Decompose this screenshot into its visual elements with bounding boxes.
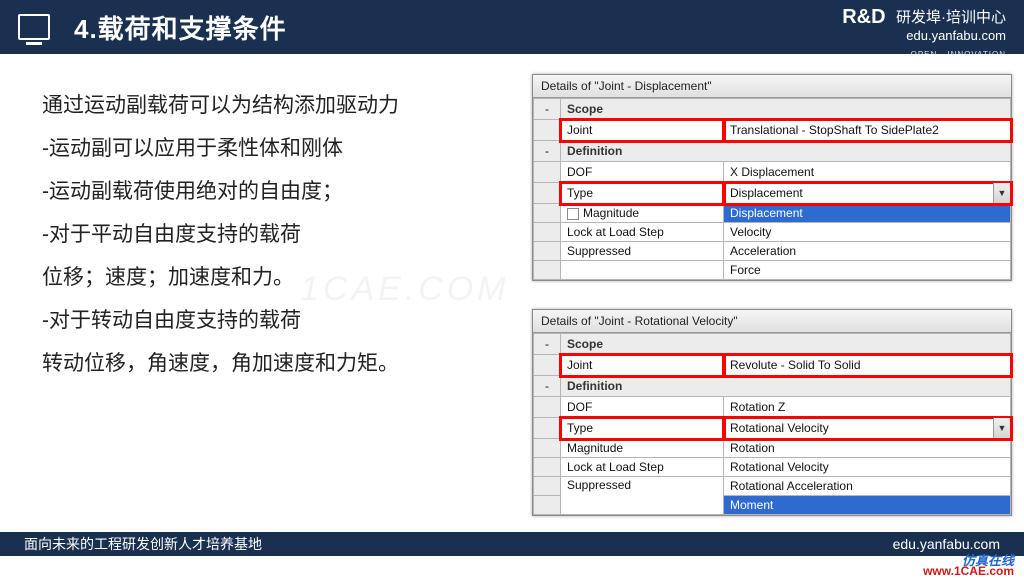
details-panel-rotational: Details of "Joint - Rotational Velocity"… xyxy=(532,309,1012,516)
dropdown-option[interactable]: Acceleration xyxy=(724,242,1011,261)
slide-title: 4.载荷和支撑条件 xyxy=(74,9,287,46)
dropdown-option[interactable]: Rotation xyxy=(724,439,1011,458)
brand-tiny: OPEN · INNOVATION xyxy=(911,50,1006,59)
type-label: Type xyxy=(561,418,724,439)
paragraph: -对于平动自由度支持的载荷 xyxy=(42,213,512,256)
type-value: Rotational Velocity xyxy=(730,421,829,435)
tree-toggle-icon[interactable]: - xyxy=(534,141,561,162)
type-combobox[interactable]: Rotational Velocity ▼ xyxy=(724,418,1011,439)
monitor-icon xyxy=(18,14,50,40)
paragraph: -运动副载荷使用绝对的自由度； xyxy=(42,170,512,213)
dof-value[interactable]: X Displacement xyxy=(724,162,1011,183)
dropdown-option[interactable]: Velocity xyxy=(724,223,1011,242)
section-scope: Scope xyxy=(561,334,1011,355)
dropdown-option[interactable]: Rotational Acceleration xyxy=(724,477,1011,496)
section-scope: Scope xyxy=(561,99,1011,120)
panel-title: Details of "Joint - Rotational Velocity" xyxy=(533,310,1011,333)
dropdown-option-selected[interactable]: Displacement xyxy=(724,204,1011,223)
dof-label: DOF xyxy=(561,162,724,183)
property-table: - Scope Joint Translational - StopShaft … xyxy=(533,98,1011,280)
watermark-red: www.1CAE.com xyxy=(923,564,1014,578)
suppressed-label: Suppressed xyxy=(561,477,724,515)
brand-logo-text: R&D xyxy=(842,6,885,29)
chevron-down-icon[interactable]: ▼ xyxy=(993,418,1010,438)
joint-value[interactable]: Translational - StopShaft To SidePlate2 xyxy=(724,120,1011,141)
type-value: Displacement xyxy=(730,186,803,200)
tree-toggle-icon[interactable]: - xyxy=(534,99,561,120)
main-area: 通过运动副载荷可以为结构添加驱动力 -运动副可以应用于柔性体和刚体 -运动副载荷… xyxy=(0,54,1024,532)
brand-url: edu.yanfabu.com xyxy=(842,29,1006,44)
joint-value[interactable]: Revolute - Solid To Solid xyxy=(724,355,1011,376)
type-combobox[interactable]: Displacement ▼ xyxy=(724,183,1011,204)
footer-bar: 面向未来的工程研发创新人才培养基地 edu.yanfabu.com xyxy=(0,532,1024,556)
joint-label: Joint xyxy=(561,355,724,376)
chevron-down-icon[interactable]: ▼ xyxy=(993,183,1010,203)
watermark-strip: 仿真在线 www.1CAE.com xyxy=(0,556,1024,575)
paragraph: -对于转动自由度支持的载荷 xyxy=(42,299,512,342)
magnitude-label: Magnitude xyxy=(561,204,724,223)
paragraph: 位移；速度；加速度和力。 xyxy=(42,256,512,299)
joint-label: Joint xyxy=(561,120,724,141)
paragraph: 通过运动副载荷可以为结构添加驱动力 xyxy=(42,84,512,127)
paragraph: 转动位移，角速度，角加速度和力矩。 xyxy=(42,342,512,385)
dof-label: DOF xyxy=(561,397,724,418)
tree-toggle-icon[interactable]: - xyxy=(534,334,561,355)
brand-cn: 研发埠·培训中心 xyxy=(896,9,1006,26)
header-bar: 4.载荷和支撑条件 R&D 研发埠·培训中心 edu.yanfabu.com O… xyxy=(0,0,1024,54)
suppressed-label: Suppressed xyxy=(561,242,724,261)
section-definition: Definition xyxy=(561,141,1011,162)
brand-block: R&D 研发埠·培训中心 edu.yanfabu.com OPEN · INNO… xyxy=(842,6,1006,62)
text-column: 通过运动副载荷可以为结构添加驱动力 -运动副可以应用于柔性体和刚体 -运动副载荷… xyxy=(0,54,522,532)
magnitude-label: Magnitude xyxy=(561,439,724,458)
section-definition: Definition xyxy=(561,376,1011,397)
lock-label: Lock at Load Step xyxy=(561,458,724,477)
dropdown-option-selected[interactable]: Moment xyxy=(724,496,1011,515)
panel-title: Details of "Joint - Displacement" xyxy=(533,75,1011,98)
dof-value[interactable]: Rotation Z xyxy=(724,397,1011,418)
paragraph: -运动副可以应用于柔性体和刚体 xyxy=(42,127,512,170)
footer-right: edu.yanfabu.com xyxy=(893,536,1000,552)
panels-column: Details of "Joint - Displacement" - Scop… xyxy=(522,54,1024,532)
dropdown-option[interactable]: Rotational Velocity xyxy=(724,458,1011,477)
property-table: - Scope Joint Revolute - Solid To Solid … xyxy=(533,333,1011,515)
dropdown-option[interactable]: Force xyxy=(724,261,1011,280)
type-label: Type xyxy=(561,183,724,204)
tree-toggle-icon[interactable]: - xyxy=(534,376,561,397)
checkbox-icon[interactable] xyxy=(567,208,579,220)
lock-label: Lock at Load Step xyxy=(561,223,724,242)
details-panel-displacement: Details of "Joint - Displacement" - Scop… xyxy=(532,74,1012,281)
footer-left: 面向未来的工程研发创新人才培养基地 xyxy=(24,534,262,554)
